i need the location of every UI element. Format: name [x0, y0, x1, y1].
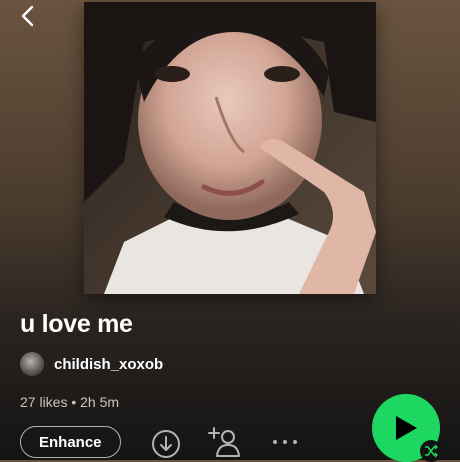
play-icon: [396, 416, 417, 440]
add-user-icon: [208, 427, 240, 457]
add-collaborator-button[interactable]: [208, 426, 242, 458]
playlist-owner[interactable]: childish_xoxob: [20, 352, 163, 376]
more-options-button[interactable]: [270, 432, 300, 452]
chevron-left-icon: [21, 5, 34, 27]
playlist-title: u love me: [20, 310, 133, 338]
enhance-button[interactable]: Enhance: [20, 426, 121, 458]
playlist-meta: 27 likes • 2h 5m: [20, 394, 120, 410]
playlist-cover: [84, 2, 376, 294]
download-button[interactable]: [151, 429, 181, 459]
cover-image: [84, 2, 376, 294]
download-icon: [152, 430, 180, 458]
shuffle-button[interactable]: [420, 440, 442, 462]
owner-name: childish_xoxob: [54, 355, 164, 373]
back-button[interactable]: [14, 2, 42, 30]
more-icon: [273, 440, 297, 444]
shuffle-icon: [425, 444, 438, 458]
avatar: [20, 352, 44, 376]
